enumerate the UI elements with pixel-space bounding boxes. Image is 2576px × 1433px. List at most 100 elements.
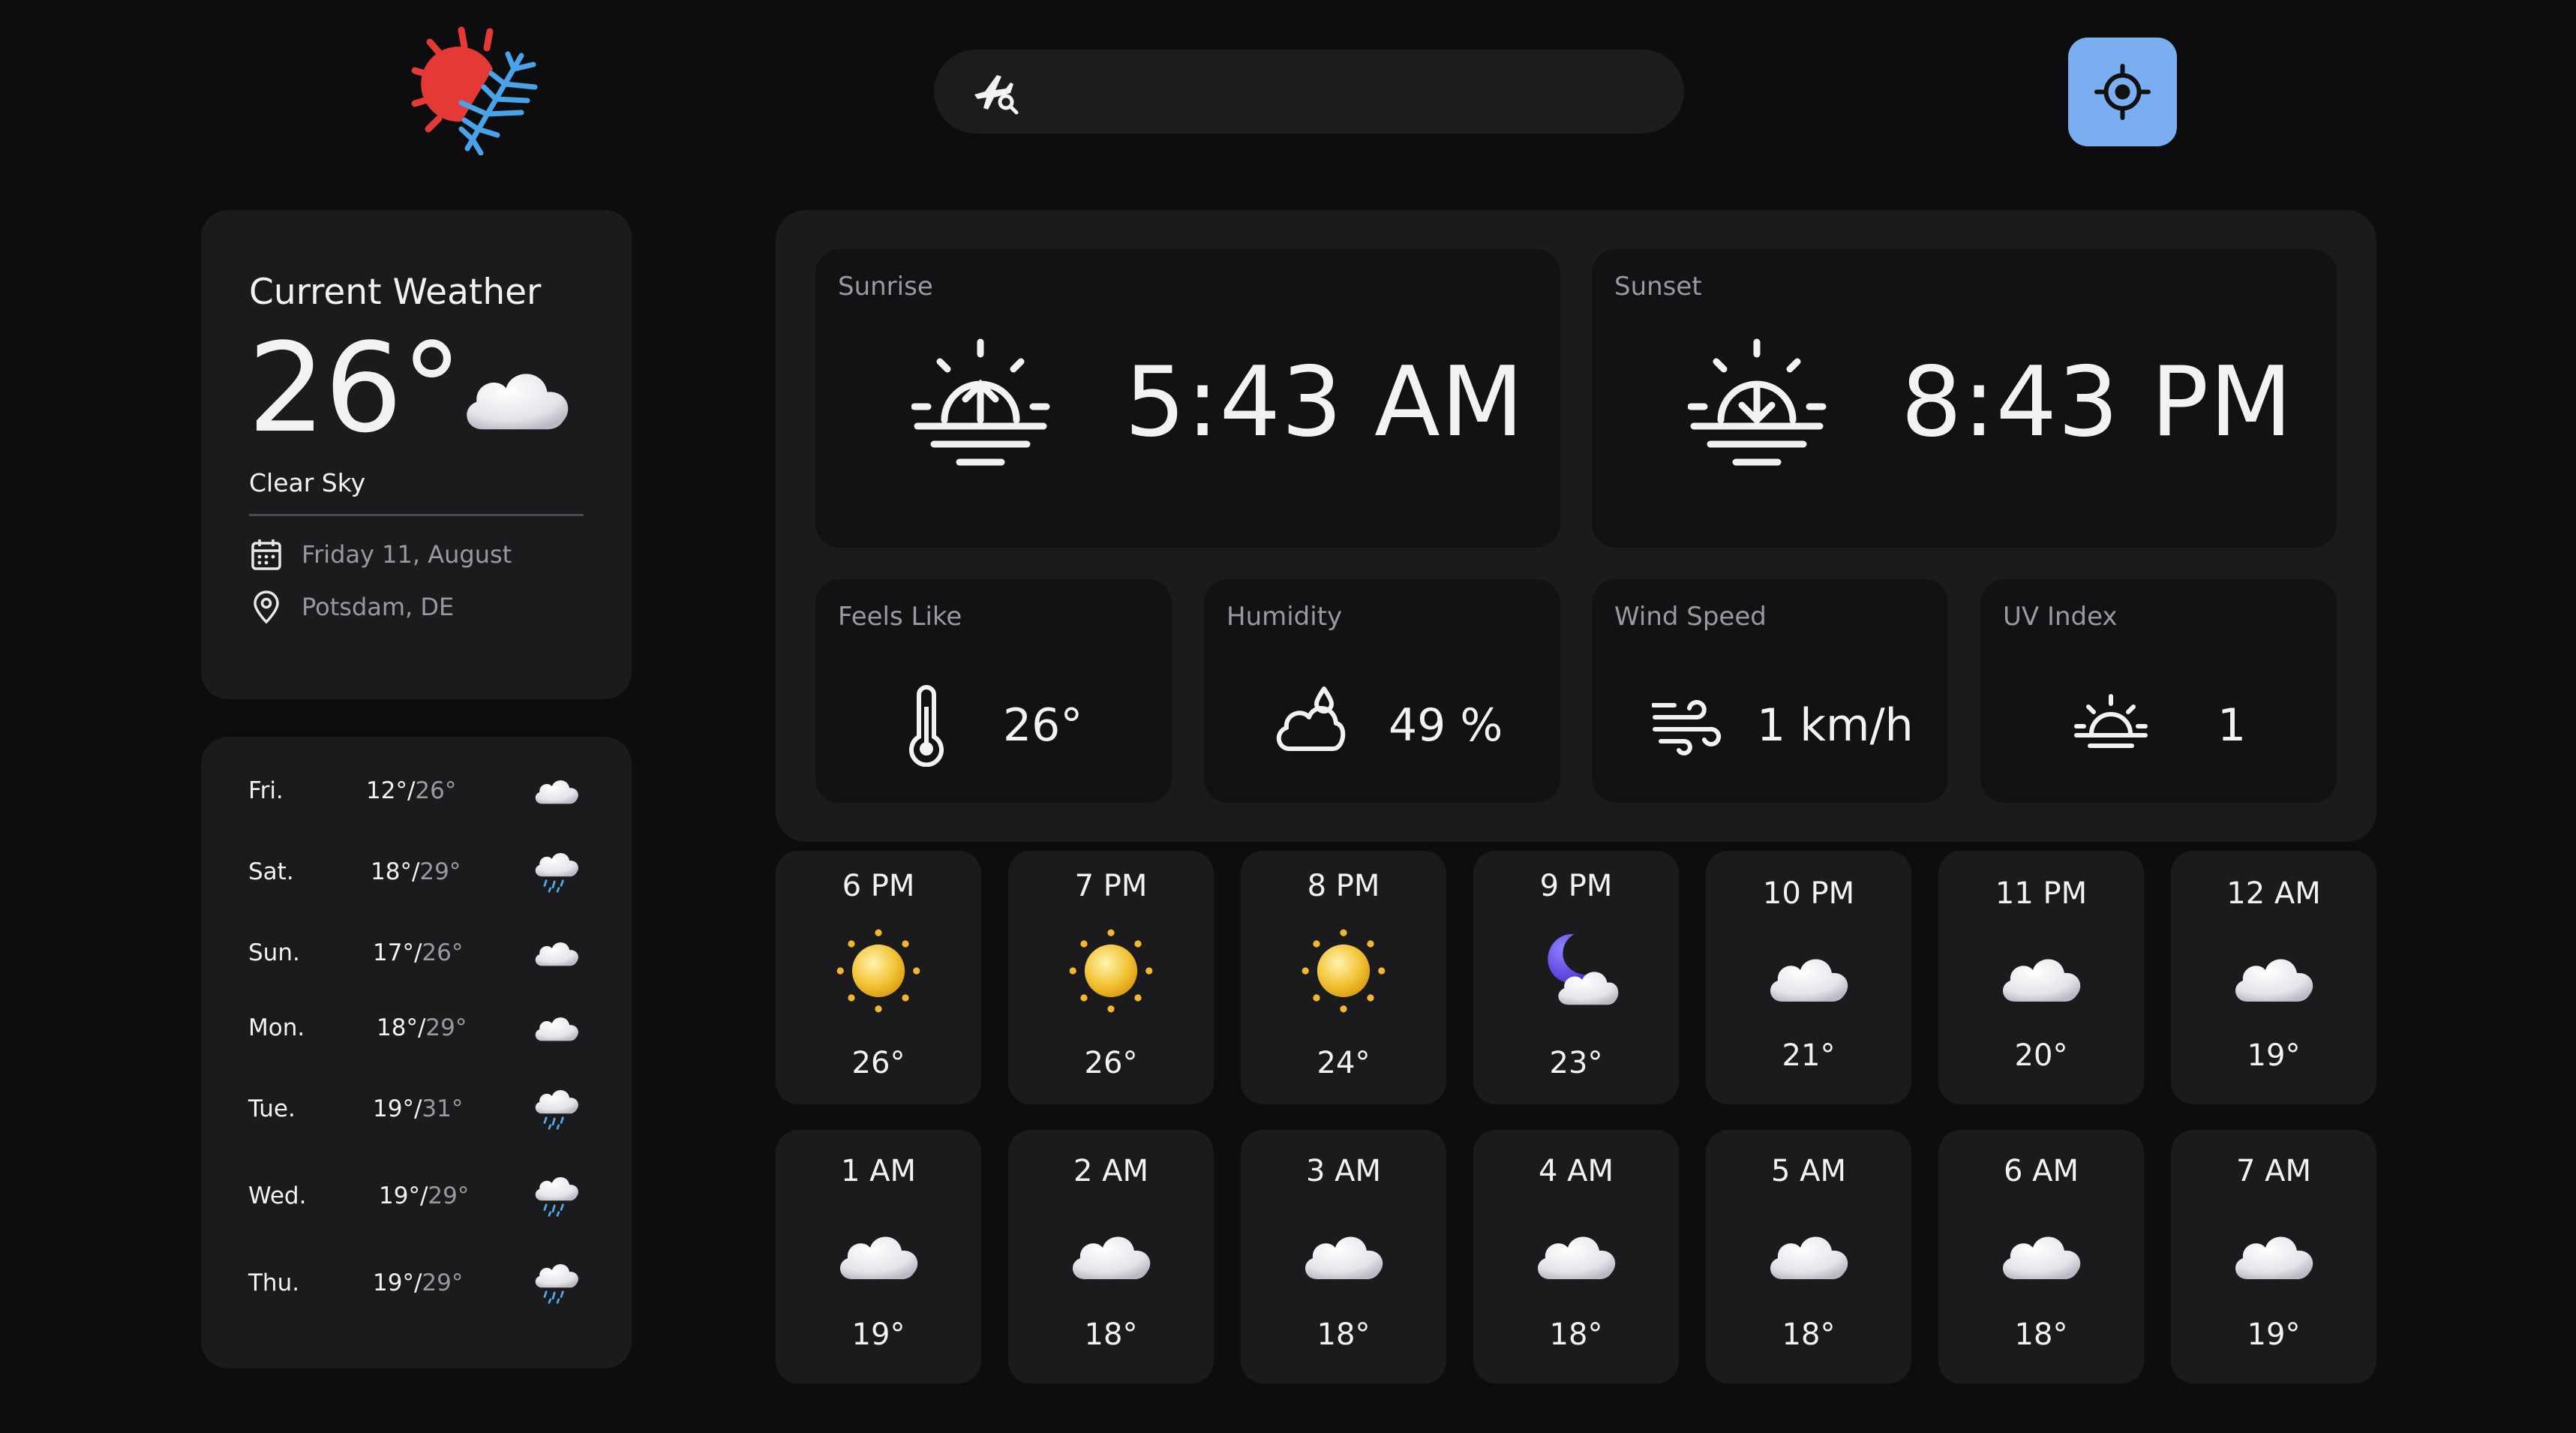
humidity-label: Humidity — [1226, 602, 1343, 632]
cloud-icon — [1295, 1215, 1392, 1305]
day-name: Wed. — [248, 1182, 307, 1209]
hour-time: 3 AM — [1305, 1154, 1382, 1188]
day-min-temp: 12° — [366, 777, 407, 804]
cloud-icon — [530, 1002, 584, 1050]
sunrise-tile: Sunrise 5:43 AM — [815, 249, 1560, 548]
sun-icon — [1295, 926, 1392, 1016]
hour-time: 4 AM — [1538, 1154, 1614, 1188]
day-temperature-range: 19°/29° — [373, 1269, 464, 1296]
uv-index-tile: UV Index 1 — [1980, 579, 2337, 803]
hourly-forecast-card: 11 PM 20° — [1938, 851, 2144, 1104]
hourly-forecast-card: 6 PM 26° — [776, 851, 981, 1104]
rain-cloud-icon — [530, 1257, 584, 1305]
sunset-label: Sunset — [1614, 272, 1702, 302]
cloud-icon — [1992, 1215, 2090, 1305]
sunset-tile: Sunset 8:43 PM — [1592, 249, 2337, 548]
hourly-forecast-card: 7 PM 26° — [1008, 851, 1214, 1104]
day-min-temp: 18° — [371, 858, 412, 885]
day-min-temp: 19° — [373, 1095, 414, 1122]
cloud-icon — [453, 348, 581, 442]
humidity-cloud-icon — [1271, 683, 1347, 758]
wind-speed-value: 1 km/h — [1757, 699, 1914, 752]
day-max-temp: 29° — [428, 1182, 470, 1209]
day-min-temp: 19° — [373, 1269, 414, 1296]
day-temperature-range: 18°/29° — [377, 1014, 467, 1041]
cloud-icon — [530, 765, 584, 813]
rain-cloud-icon — [530, 1170, 584, 1218]
hourly-forecast-card: 9 PM 23° — [1473, 851, 1679, 1104]
forecast-day-row: Sat. 18°/29° — [248, 849, 593, 894]
moon-cloud-icon — [1527, 926, 1625, 1016]
hourly-forecast-card: 1 AM 19° — [776, 1130, 981, 1383]
current-location-button[interactable] — [2068, 38, 2177, 146]
location-pin-icon — [249, 590, 284, 624]
current-temperature: 26° — [248, 317, 463, 460]
hour-time: 8 PM — [1307, 869, 1380, 903]
hourly-forecast-card: 3 AM 18° — [1241, 1130, 1446, 1383]
cloud-icon — [1992, 938, 2090, 1028]
day-temperature-range: 19°/29° — [379, 1182, 470, 1209]
current-location: Potsdam, DE — [249, 590, 454, 624]
feels-like-tile: Feels Like 26° — [815, 579, 1172, 803]
date-text: Friday 11, August — [302, 540, 512, 569]
highlights-panel: Sunrise 5:43 AM Sunset 8:43 PM Feels Lik… — [776, 210, 2376, 842]
crosshair-icon — [2094, 64, 2151, 120]
forecast-day-row: Sun. 17°/26° — [248, 930, 593, 975]
hour-temperature: 19° — [2247, 1317, 2301, 1352]
sun-icon — [830, 926, 927, 1016]
day-max-temp: 26° — [415, 777, 457, 804]
current-weather-title: Current Weather — [249, 272, 542, 313]
hour-time: 6 PM — [842, 869, 915, 903]
sunrise-icon — [911, 338, 1050, 476]
cloud-icon — [1062, 1215, 1160, 1305]
day-max-temp: 29° — [425, 1014, 467, 1041]
day-name: Sat. — [248, 858, 294, 885]
sunrise-time: 5:43 AM — [1124, 347, 1525, 458]
day-max-temp: 29° — [419, 858, 461, 885]
humidity-tile: Humidity 49 % — [1204, 579, 1560, 803]
sun-icon — [1062, 926, 1160, 1016]
hourly-forecast-card: 8 PM 24° — [1241, 851, 1446, 1104]
location-text: Potsdam, DE — [302, 593, 455, 621]
sun-snowflake-logo-icon — [411, 26, 538, 155]
day-min-temp: 18° — [377, 1014, 418, 1041]
cloud-icon — [1760, 938, 1857, 1028]
plane-search-icon[interactable] — [971, 69, 1019, 117]
hour-temperature: 18° — [2014, 1317, 2068, 1352]
feels-like-label: Feels Like — [838, 602, 962, 632]
hour-temperature: 20° — [2014, 1038, 2068, 1073]
uv-index-label: UV Index — [2003, 602, 2118, 632]
hour-time: 1 AM — [840, 1154, 917, 1188]
wind-speed-tile: Wind Speed 1 km/h — [1592, 579, 1948, 803]
sun-horizon-icon — [2073, 692, 2148, 752]
hourly-forecast-card: 2 AM 18° — [1008, 1130, 1214, 1383]
day-min-temp: 19° — [379, 1182, 420, 1209]
day-name: Tue. — [248, 1095, 296, 1122]
calendar-icon — [249, 537, 284, 572]
search-input[interactable] — [1031, 63, 1657, 122]
day-name: Thu. — [248, 1269, 300, 1296]
hourly-forecast-card: 10 PM 21° — [1706, 851, 1911, 1104]
forecast-day-row: Mon. 18°/29° — [248, 1005, 593, 1050]
forecast-day-row: Tue. 19°/31° — [248, 1086, 593, 1131]
day-name: Fri. — [248, 777, 284, 804]
uv-index-value: 1 — [2217, 699, 2247, 752]
hour-temperature: 23° — [1549, 1046, 1603, 1080]
hour-time: 5 AM — [1770, 1154, 1847, 1188]
current-date: Friday 11, August — [249, 537, 512, 572]
day-name: Mon. — [248, 1014, 305, 1041]
day-temperature-range: 19°/31° — [373, 1095, 464, 1122]
weather-description: Clear Sky — [249, 468, 366, 497]
current-weather-card: Current Weather 26° Clear Sky Friday 11,… — [201, 210, 632, 699]
hour-temperature: 24° — [1317, 1046, 1371, 1080]
feels-like-value: 26° — [1003, 699, 1083, 752]
hourly-forecast-card: 6 AM 18° — [1938, 1130, 2144, 1383]
hour-temperature: 21° — [1782, 1038, 1836, 1073]
city-search-bar[interactable] — [934, 50, 1684, 134]
rain-cloud-icon — [530, 1083, 584, 1131]
hour-time: 7 AM — [2235, 1154, 2312, 1188]
hour-time: 11 PM — [1995, 876, 2088, 911]
hour-temperature: 19° — [851, 1317, 905, 1352]
hour-time: 12 AM — [2226, 876, 2321, 911]
hour-time: 6 AM — [2003, 1154, 2079, 1188]
